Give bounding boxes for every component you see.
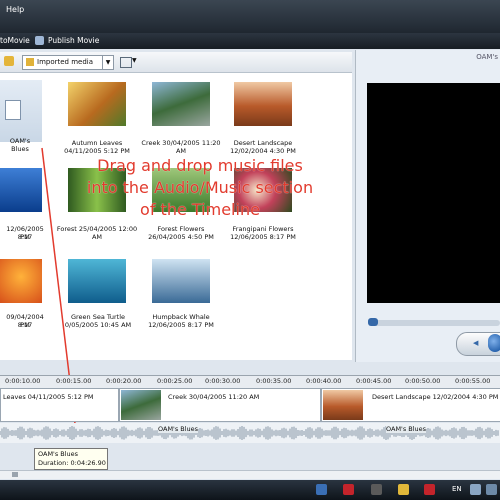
tray-icon[interactable] bbox=[470, 484, 481, 495]
tray-icon[interactable] bbox=[486, 484, 497, 495]
taskbar-app-icon[interactable] bbox=[424, 484, 435, 495]
ruler-tick: 0:00:40.00 bbox=[306, 377, 342, 385]
ruler-tick: 0:00:20.00 bbox=[106, 377, 142, 385]
taskbar-app-icon[interactable] bbox=[371, 484, 382, 495]
timeline-clip[interactable]: Desert Landscape 12/02/2004 4:30 PM bbox=[321, 388, 500, 422]
tooltip-name: OAM's Blues bbox=[38, 450, 79, 458]
pdf-icon[interactable] bbox=[343, 484, 354, 495]
instruction-line-3: of the Timeline bbox=[140, 200, 260, 219]
ruler-tick: 0:00:30.00 bbox=[205, 377, 241, 385]
audio-clip-label[interactable]: OAM's Blues bbox=[158, 425, 199, 433]
clip-label: Creek 30/04/2005 11:20 AM bbox=[168, 393, 260, 401]
instruction-line-2: into the Audio/Music section bbox=[86, 178, 314, 197]
timeline-clip[interactable]: Leaves 04/11/2005 5:12 PM bbox=[0, 388, 119, 422]
ruler-tick: 0:00:50.00 bbox=[405, 377, 441, 385]
ruler-tick: 0:00:55.00 bbox=[455, 377, 491, 385]
ruler-tick: 0:00:15.00 bbox=[56, 377, 92, 385]
clip-label: Desert Landscape 12/02/2004 4:30 PM bbox=[372, 393, 499, 401]
instruction-overlay: Drag and drop music files into the Audio… bbox=[55, 155, 345, 221]
windows-taskbar: EN bbox=[0, 480, 500, 500]
video-track: Leaves 04/11/2005 5:12 PM Creek 30/04/20… bbox=[0, 388, 500, 422]
taskbar-app-icon[interactable] bbox=[316, 484, 327, 495]
timeline-clip[interactable]: Creek 30/04/2005 11:20 AM bbox=[119, 388, 321, 422]
instruction-line-1: Drag and drop music files bbox=[97, 156, 303, 175]
language-indicator[interactable]: EN bbox=[452, 485, 462, 493]
audio-clip-label[interactable]: OAM's Blues bbox=[386, 425, 427, 433]
ruler-tick: 0:00:25.00 bbox=[157, 377, 193, 385]
clip-thumb bbox=[323, 390, 363, 420]
ruler-tick: 0:00:35.00 bbox=[256, 377, 292, 385]
tooltip-duration: Duration: 0:04:26.90 bbox=[38, 459, 106, 467]
clip-thumb bbox=[121, 390, 161, 420]
timeline-ruler[interactable]: 0:00:10.00 0:00:15.00 0:00:20.00 0:00:25… bbox=[0, 375, 500, 389]
ruler-tick: 0:00:10.00 bbox=[5, 377, 41, 385]
audio-tooltip: OAM's Blues Duration: 0:04:26.90 bbox=[34, 448, 108, 470]
clip-label: Leaves 04/11/2005 5:12 PM bbox=[3, 393, 94, 401]
timeline-scrollbar[interactable] bbox=[0, 470, 500, 479]
ruler-tick: 0:00:45.00 bbox=[356, 377, 392, 385]
scroll-thumb[interactable] bbox=[12, 472, 18, 477]
folder-icon[interactable] bbox=[398, 484, 409, 495]
